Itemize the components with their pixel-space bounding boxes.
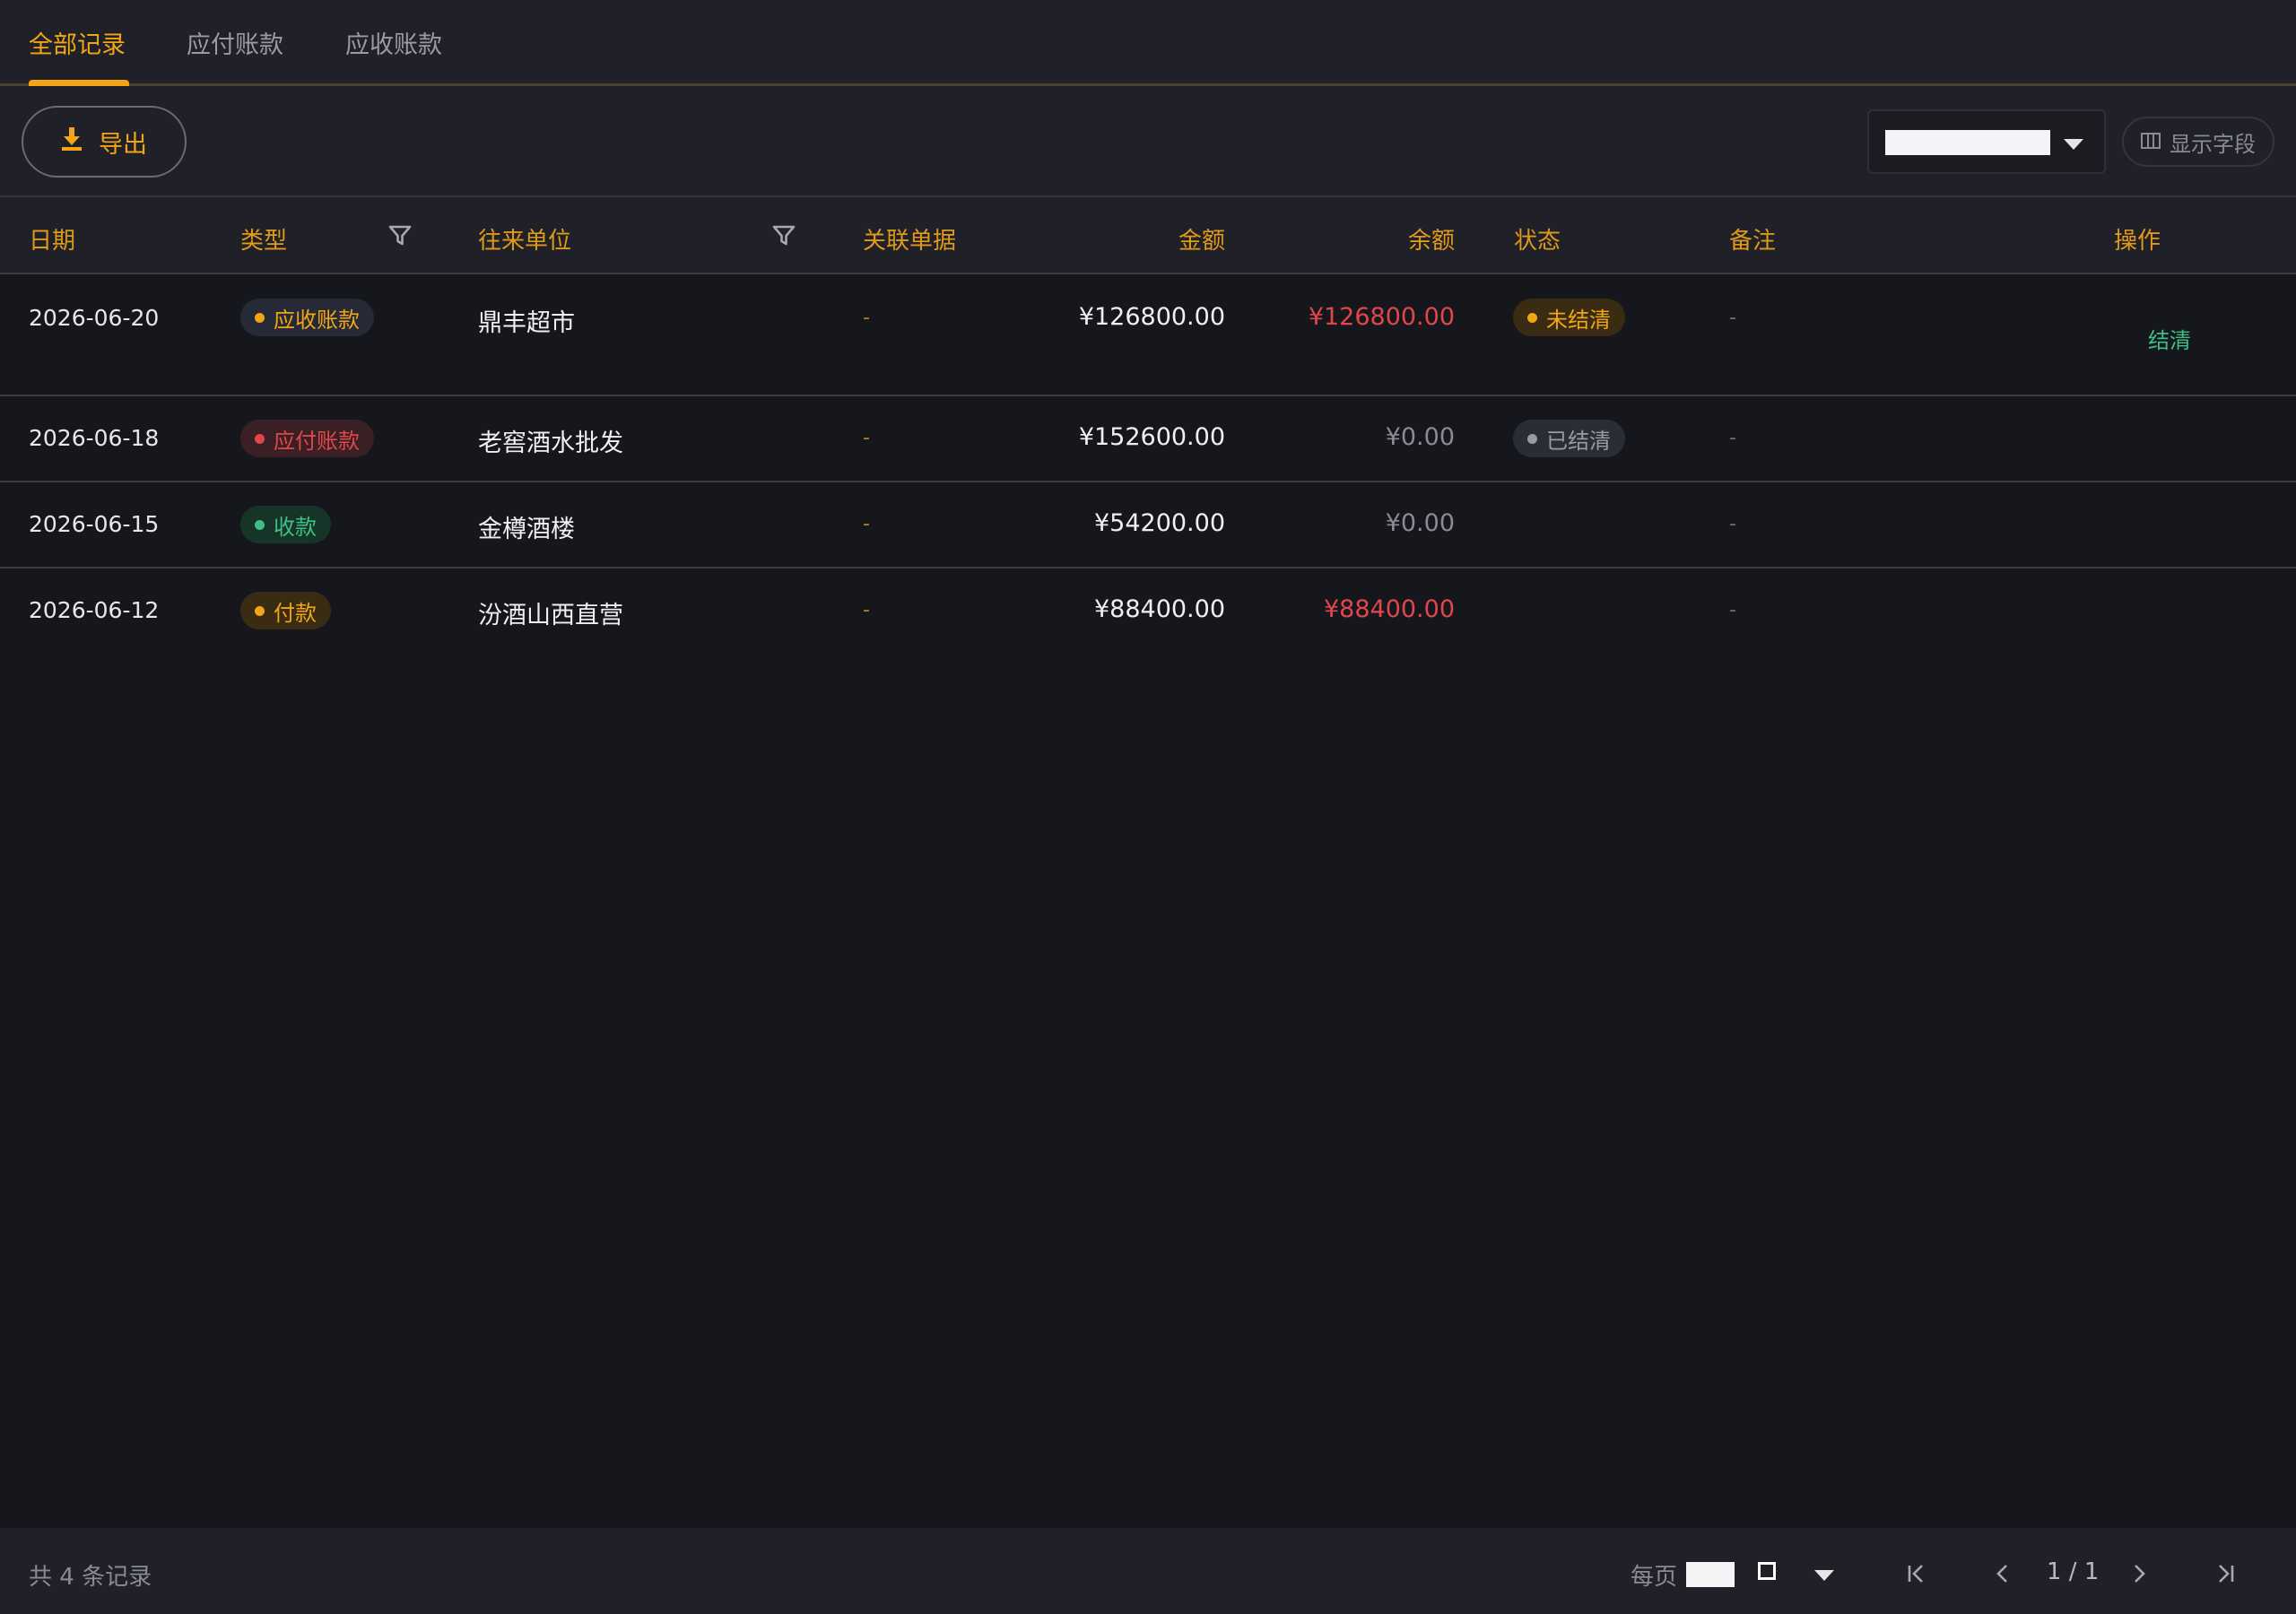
badge-dot [255, 519, 265, 530]
table-row[interactable]: 2026-06-12 付款 汾酒山西直营 - ¥88400.00 ¥88400.… [0, 568, 2296, 655]
table-row[interactable]: 2026-06-15 收款 金樽酒楼 - ¥54200.00 ¥0.00 - [0, 482, 2296, 568]
type-label: 收款 [274, 514, 317, 540]
cell-amount: ¥152600.00 [1078, 423, 1225, 451]
party-filter-icon[interactable] [772, 224, 796, 247]
cell-note: - [1729, 513, 1736, 535]
chevron-down-icon [2064, 139, 2083, 150]
type-label: 付款 [274, 600, 317, 626]
next-page-icon[interactable] [2126, 1560, 2152, 1587]
first-page-icon[interactable] [1903, 1560, 1930, 1587]
cell-balance: ¥126800.00 [1308, 303, 1455, 331]
header-type[interactable]: 类型 [240, 222, 287, 256]
square-icon [1758, 1562, 1776, 1580]
last-page-icon[interactable] [2212, 1560, 2239, 1587]
badge-dot [1527, 433, 1537, 444]
total-records-text: 共 4 条记录 [29, 1564, 152, 1591]
type-badge: 付款 [240, 592, 331, 629]
cell-document[interactable]: - [863, 307, 870, 329]
select-value-field [1885, 130, 2050, 155]
status-badge: 已结清 [1513, 420, 1625, 457]
cell-note: - [1729, 599, 1736, 621]
settle-button[interactable]: 结清 [2148, 323, 2191, 354]
table-row[interactable]: 2026-06-18 应付账款 老窖酒水批发 - ¥152600.00 ¥0.0… [0, 396, 2296, 482]
display-fields-button[interactable]: 显示字段 [2122, 117, 2274, 167]
chevron-down-icon[interactable] [1812, 1562, 1837, 1587]
cell-amount: ¥88400.00 [1093, 595, 1225, 623]
table-header: 日期 类型 往来单位 关联单据 金额 余额 状态 备注 操作 [0, 197, 2296, 274]
page-indicator: 1 / 1 [2047, 1558, 2100, 1585]
prev-page-icon[interactable] [1989, 1560, 2016, 1587]
type-label: 应收账款 [274, 307, 360, 333]
type-badge: 收款 [240, 506, 331, 543]
header-action: 操作 [2114, 228, 2161, 255]
header-amount[interactable]: 金额 [1046, 222, 1225, 256]
columns-icon [2141, 129, 2161, 154]
type-badge: 应收账款 [240, 299, 374, 336]
badge-dot [255, 433, 265, 444]
pagination-footer: 共 4 条记录 每页 1 / 1 [0, 1528, 2296, 1614]
tab-all-records[interactable]: 全部记录 [29, 25, 126, 60]
cell-date: 2026-06-20 [29, 305, 160, 331]
export-label: 导出 [99, 130, 147, 159]
cell-document[interactable]: - [863, 599, 870, 621]
table-row[interactable]: 2026-06-20 应收账款 鼎丰超市 - ¥126800.00 ¥12680… [0, 274, 2296, 396]
display-fields-label: 显示字段 [2170, 131, 2256, 157]
active-tab-indicator [29, 80, 129, 86]
header-balance[interactable]: 余额 [1275, 222, 1455, 256]
cell-document[interactable]: - [863, 427, 870, 449]
status-label: 未结清 [1546, 307, 1611, 333]
header-date[interactable]: 日期 [29, 222, 75, 256]
tab-bar: 全部记录 应付账款 应收账款 [0, 0, 2296, 86]
tab-receivables[interactable]: 应收账款 [345, 25, 442, 60]
filter-select[interactable] [1867, 109, 2106, 174]
cell-balance: ¥88400.00 [1323, 595, 1455, 623]
badge-dot [255, 605, 265, 616]
type-filter-icon[interactable] [388, 224, 412, 247]
download-icon [61, 126, 83, 157]
badge-dot [1527, 312, 1537, 323]
type-badge: 应付账款 [240, 420, 374, 457]
cell-balance: ¥0.00 [1385, 509, 1455, 537]
cell-balance: ¥0.00 [1385, 423, 1455, 451]
cell-amount: ¥54200.00 [1093, 509, 1225, 537]
cell-party: 老窖酒水批发 [478, 430, 623, 457]
cell-note: - [1729, 307, 1736, 329]
header-status[interactable]: 状态 [1514, 222, 1561, 256]
status-badge: 未结清 [1513, 299, 1625, 336]
type-label: 应付账款 [274, 428, 360, 454]
ledger-app: 全部记录 应付账款 应收账款 导出 显示字段 日期 类型 往来单位 关联单据 金… [0, 0, 2296, 1614]
tab-payables[interactable]: 应付账款 [187, 25, 283, 60]
header-note[interactable]: 备注 [1729, 222, 1776, 256]
per-page-input[interactable] [1686, 1562, 1735, 1587]
header-party[interactable]: 往来单位 [478, 222, 571, 256]
toolbar: 导出 显示字段 [0, 86, 2296, 197]
per-page-label: 每页 [1631, 1564, 1678, 1591]
cell-date: 2026-06-15 [29, 511, 160, 537]
export-button[interactable]: 导出 [22, 106, 187, 178]
cell-party: 金樽酒楼 [478, 516, 575, 543]
cell-document[interactable]: - [863, 513, 870, 535]
cell-party: 鼎丰超市 [478, 309, 575, 337]
badge-dot [255, 312, 265, 323]
cell-amount: ¥126800.00 [1078, 303, 1225, 331]
cell-date: 2026-06-12 [29, 597, 160, 623]
cell-note: - [1729, 427, 1736, 449]
header-document[interactable]: 关联单据 [863, 222, 956, 256]
cell-date: 2026-06-18 [29, 425, 160, 451]
cell-party: 汾酒山西直营 [478, 602, 623, 629]
status-label: 已结清 [1546, 428, 1611, 454]
